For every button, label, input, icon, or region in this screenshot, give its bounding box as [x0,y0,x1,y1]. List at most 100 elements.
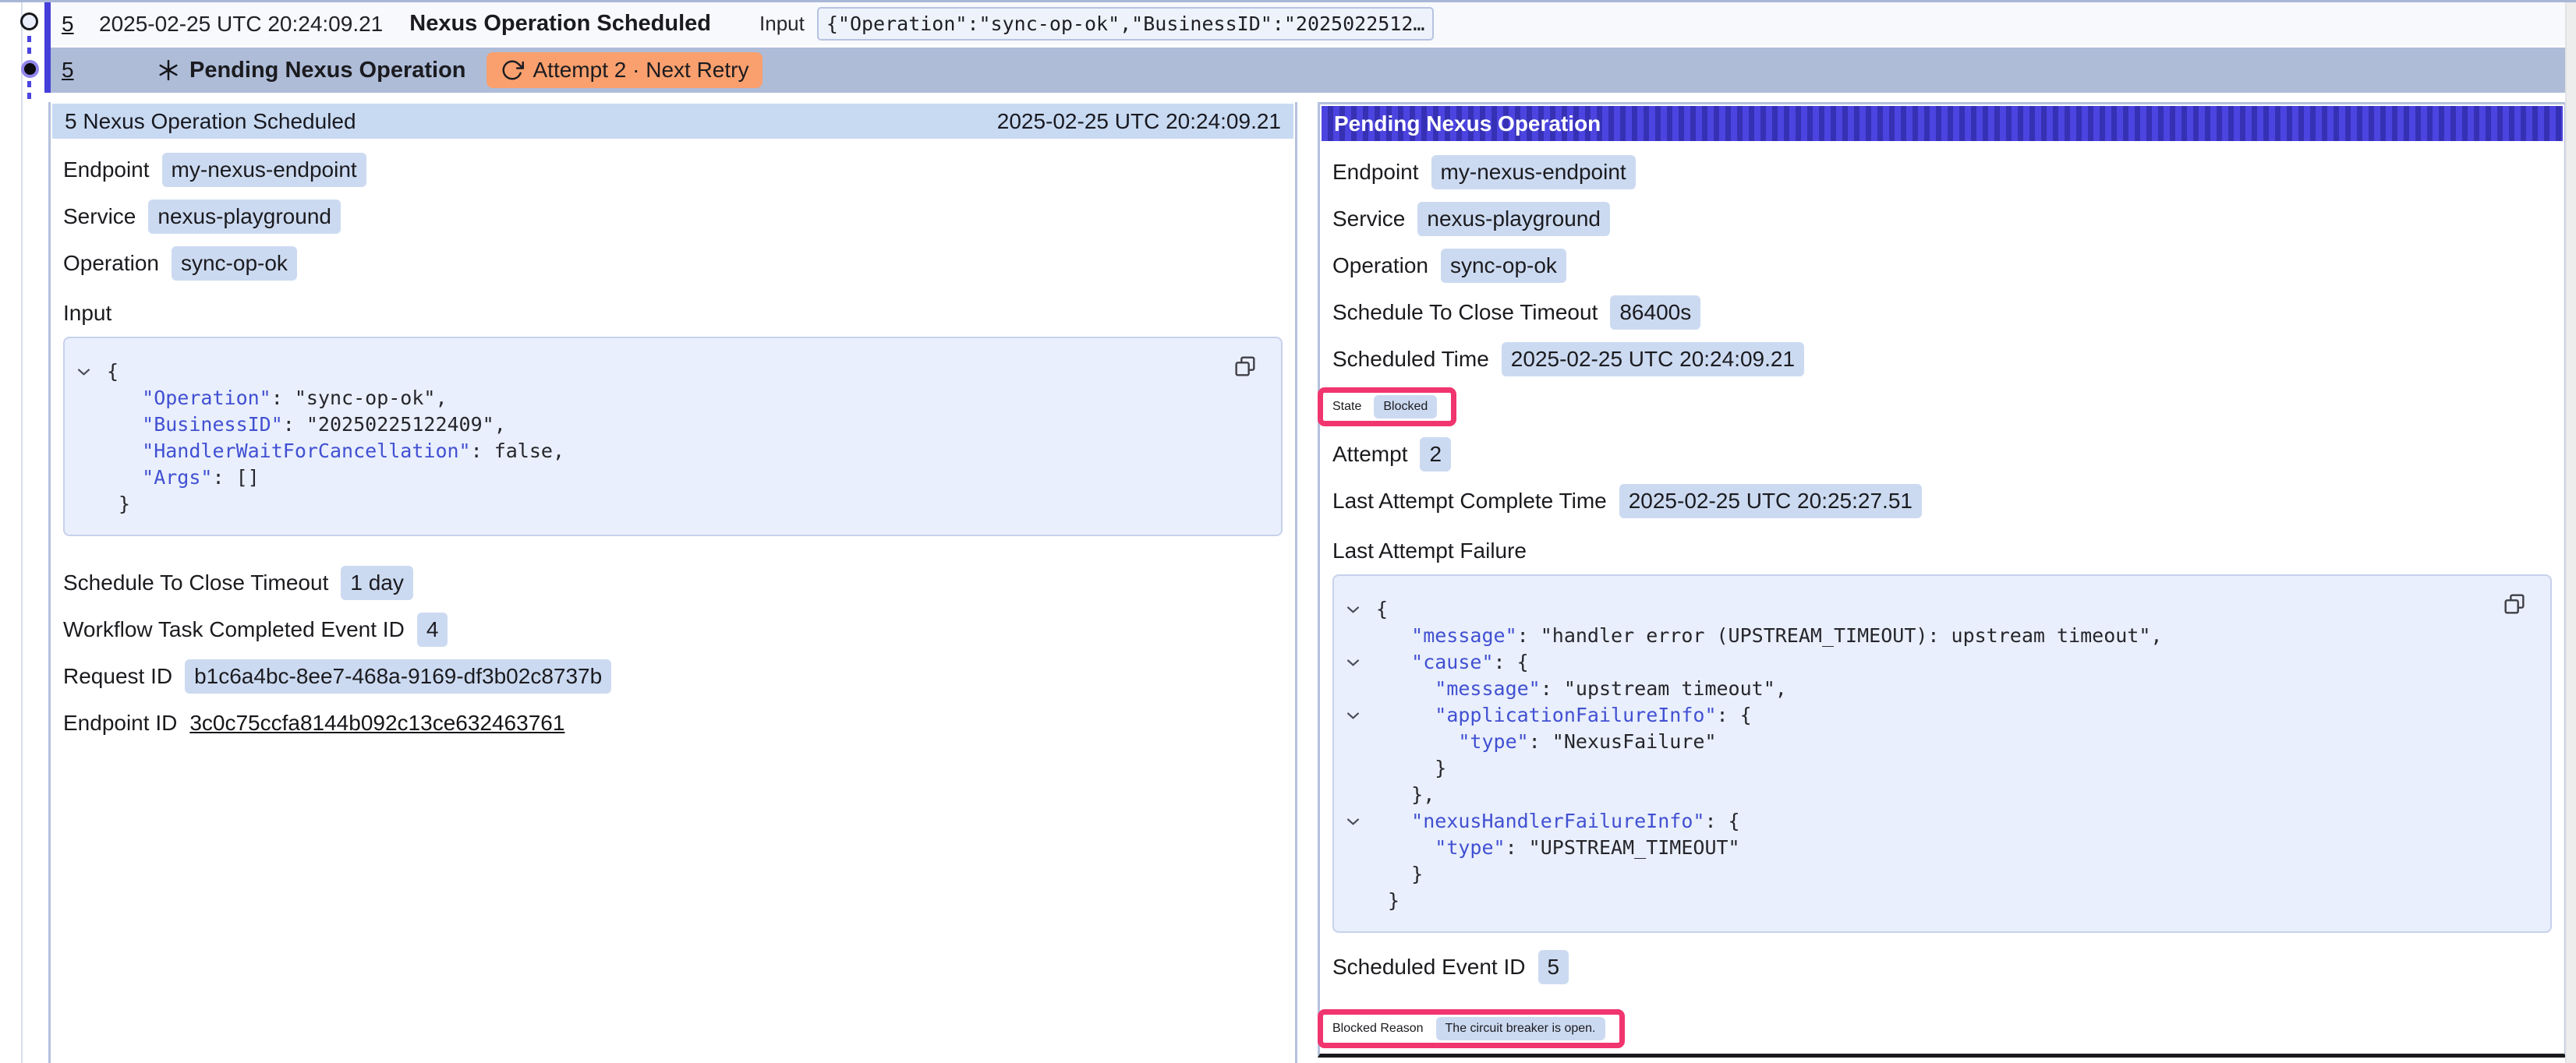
json-line: "Args": [] [74,464,1265,491]
input-json-block: { "Operation": "sync-op-ok", "BusinessID… [63,337,1283,536]
retry-icon [501,58,524,82]
json-line: } [1343,888,2535,914]
event-time: 2025-02-25 UTC 20:24:09.21 [99,12,383,37]
detail-fields: Schedule To Close Timeout 1 day Workflow T… [63,560,1283,700]
detail-row: Endpoint ID 3c0c75ccfa8144b092c13ce63246… [63,700,1283,747]
detail-row: Operationsync-op-ok [63,240,1283,287]
field-value-chip: b1c6a4bc-8ee7-468a-9169-df3b02c8737b [185,659,611,694]
scrollbar[interactable] [2565,2,2576,1063]
timeline-edge-line [21,2,23,1063]
field-label: Endpoint [1332,160,1419,185]
chevron-down-icon [1346,818,1360,826]
timeline-node-open-icon[interactable] [20,12,38,30]
detail-fields: Endpointmy-nexus-endpointServicenexus-pl… [63,147,1283,287]
json-line: } [1343,755,2535,782]
collapse-toggle[interactable] [1343,808,1376,835]
json-line: "cause": { [1343,649,2535,676]
selected-row-indicator [44,2,51,93]
pending-panel-header: Pending Nexus Operation [1322,106,2563,141]
field-value-chip: 2025-02-25 UTC 20:25:27.51 [1619,484,1922,518]
retry-badge-label: Attempt 2 · Next Retry [533,58,749,83]
retry-badge: Attempt 2 · Next Retry [487,52,763,88]
detail-row: Operation sync-op-ok [1332,242,2552,289]
asterisk-icon [157,58,180,82]
field-label: Last Attempt Complete Time [1332,489,1607,514]
json-line: } [1343,861,2535,888]
timeline-dashed-line [27,81,31,101]
blocked-reason-annotation-box: Blocked Reason The circuit breaker is op… [1318,1009,1625,1048]
failure-json-block: { "message": "handler error (UPSTREAM_TI… [1332,574,2552,933]
json-gutter [1343,623,1376,649]
field-label: Workflow Task Completed Event ID [63,617,405,642]
left-panel-title: 5 Nexus Operation Scheduled [65,109,356,134]
event-id-link[interactable]: 5 [62,58,79,83]
detail-row: Request ID b1c6a4bc-8ee7-468a-9169-df3b02… [63,653,1283,700]
detail-row: Servicenexus-playground [1332,196,2552,242]
input-preview-chip[interactable]: {"Operation":"sync-op-ok","BusinessID":"… [817,7,1435,41]
detail-row: Attempt2 [1332,431,2552,478]
collapse-toggle[interactable] [1343,596,1376,623]
json-gutter [1343,729,1376,755]
event-row-expanded[interactable]: 5 Pending Nexus Operation Attempt 2 · Ne… [51,48,2565,93]
json-gutter [1343,888,1376,914]
field-value-chip: 5 [1538,950,1569,984]
state-value-chip: Blocked [1374,395,1437,418]
detail-row: Schedule To Close Timeout86400s [1332,289,2552,336]
field-label: Endpoint [63,157,150,182]
event-name: Nexus Operation Scheduled [409,11,711,37]
detail-row: Scheduled Event ID 5 [1332,944,2552,991]
field-value-chip: my-nexus-endpoint [1431,155,1636,189]
timeline-node-filled-icon[interactable] [21,60,39,78]
timeline-dashed-line [27,36,31,59]
detail-row: Scheduled Time2025-02-25 UTC 20:24:09.21 [1332,336,2552,383]
input-label: Input [759,12,805,36]
json-gutter [1343,755,1376,782]
endpoint-id-link[interactable]: 3c0c75ccfa8144b092c13ce632463761 [189,711,564,736]
field-label: Scheduled Event ID [1332,955,1526,980]
event-row-collapsed[interactable]: 5 2025-02-25 UTC 20:24:09.21 Nexus Opera… [51,2,2565,45]
json-line: "Operation": "sync-op-ok", [74,385,1265,411]
field-value-chip: 1 day [341,566,413,600]
chevron-down-icon [1346,659,1360,667]
field-value-chip: nexus-playground [1417,202,1610,236]
pending-operation-title: Pending Nexus Operation [189,58,466,83]
detail-fields: Endpoint my-nexus-endpoint Servicenexus-pl… [1332,149,2552,383]
detail-row: Schedule To Close Timeout 1 day [63,560,1283,606]
field-value-chip: sync-op-ok [172,246,297,281]
copy-button[interactable] [1233,354,1258,379]
field-label: State [1332,400,1361,414]
detail-row: Endpoint my-nexus-endpoint [1332,149,2552,196]
json-gutter [74,438,107,464]
pending-panel-title: Pending Nexus Operation [1334,111,1601,136]
json-line: "type": "UPSTREAM_TIMEOUT" [1343,835,2535,861]
field-value-chip: sync-op-ok [1441,249,1566,283]
pending-operation-panel: Pending Nexus Operation Endpoint my-nexus… [1318,102,2567,1058]
json-gutter [74,491,107,517]
event-id-link[interactable]: 5 [62,12,79,37]
detail-row: Last Attempt Complete Time 2025-02-25 UTC… [1332,478,2552,524]
json-line: }, [1343,782,2535,808]
field-label: Service [63,204,136,229]
json-line: { [74,358,1265,385]
copy-icon [1233,354,1258,379]
collapse-toggle[interactable] [1343,702,1376,729]
input-section-label: Input [63,287,1283,330]
json-line: "HandlerWaitForCancellation": false, [74,438,1265,464]
collapse-toggle[interactable] [1343,649,1376,676]
field-label: Operation [1332,253,1428,278]
chevron-down-icon [1346,606,1360,614]
json-gutter [1343,676,1376,702]
json-gutter [1343,782,1376,808]
state-annotation-box: State Blocked [1318,387,1456,426]
field-label: Schedule To Close Timeout [63,570,328,595]
json-line: "BusinessID": "20250225122409", [74,411,1265,438]
field-label: Scheduled Time [1332,347,1489,372]
field-label: Request ID [63,664,172,689]
field-value-chip: my-nexus-endpoint [162,153,366,187]
left-panel-timestamp: 2025-02-25 UTC 20:24:09.21 [997,109,1281,134]
collapse-toggle[interactable] [74,358,107,385]
copy-button[interactable] [2502,592,2527,616]
json-gutter [74,385,107,411]
detail-row: Workflow Task Completed Event ID4 [63,606,1283,653]
detail-fields: Attempt2 Last Attempt Complete Time 2025-0… [1332,431,2552,524]
